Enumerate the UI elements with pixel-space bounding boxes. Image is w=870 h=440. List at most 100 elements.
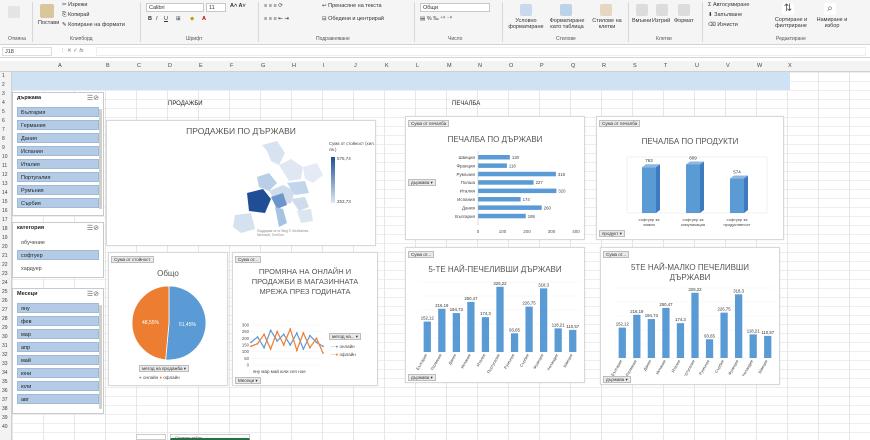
- column-header[interactable]: K: [385, 63, 389, 69]
- slicer-item[interactable]: май: [17, 355, 99, 365]
- slicer-item[interactable]: Сърбия: [17, 198, 99, 208]
- row-header[interactable]: 38: [2, 406, 8, 412]
- sheet-tab-active[interactable]: Отчетно табло: [170, 434, 250, 440]
- profit-by-country-chart[interactable]: Сума от печалба ПЕЧАЛБА ПО ДЪРЖАВИ държа…: [405, 116, 585, 240]
- row-header[interactable]: 6: [2, 118, 5, 124]
- italic-icon[interactable]: I: [156, 16, 158, 22]
- row-header[interactable]: 7: [2, 127, 5, 133]
- column-header[interactable]: B: [106, 63, 110, 69]
- column-header[interactable]: X: [788, 63, 792, 69]
- row-header[interactable]: 22: [2, 262, 8, 268]
- sheet-tab[interactable]: [136, 434, 166, 440]
- slicer-item[interactable]: софтуер: [17, 250, 99, 260]
- paste-button[interactable]: Постави: [38, 20, 59, 26]
- slicer-item[interactable]: Италия: [17, 159, 99, 169]
- row-header[interactable]: 13: [2, 181, 8, 187]
- column-header[interactable]: G: [261, 63, 265, 69]
- field-button[interactable]: Сума от печалба: [408, 120, 450, 127]
- slicer-item[interactable]: Испания: [17, 146, 99, 156]
- column-header[interactable]: N: [478, 63, 482, 69]
- pie-chart[interactable]: Сума от стойност Общо 51,45% 48,55% метод…: [108, 252, 228, 386]
- delete-button[interactable]: Изтрий: [652, 18, 670, 24]
- row-header[interactable]: 20: [2, 244, 8, 250]
- row-header[interactable]: 2: [2, 82, 5, 88]
- clear-button[interactable]: ⌫ Изчисти: [708, 22, 738, 28]
- undo-icon[interactable]: [8, 6, 20, 18]
- axis-filter-button[interactable]: държава ▾: [408, 374, 436, 381]
- bold-icon[interactable]: B: [148, 16, 152, 22]
- fill-button[interactable]: ⬇ Запълване: [708, 12, 742, 18]
- map-chart[interactable]: ПРОДАЖБИ ПО ДЪРЖАВИ Сума от стойност (хи…: [106, 120, 376, 246]
- slicer-item[interactable]: мар: [17, 329, 99, 339]
- slicer-item[interactable]: обучение: [17, 237, 99, 247]
- slicer-item[interactable]: Германия: [17, 120, 99, 130]
- row-header[interactable]: 27: [2, 307, 8, 313]
- column-header[interactable]: J: [354, 63, 357, 69]
- slicer-item[interactable]: България: [17, 107, 99, 117]
- format-table-button[interactable]: Форматиране като таблица: [546, 18, 588, 30]
- row-header[interactable]: 26: [2, 298, 8, 304]
- slicer-clear-filter-icon[interactable]: ☰⊘: [87, 224, 99, 232]
- column-header[interactable]: F: [230, 63, 233, 69]
- row-header[interactable]: 8: [2, 136, 5, 142]
- autosum-button[interactable]: Σ Автосумиране: [708, 2, 749, 8]
- column-header[interactable]: P: [540, 63, 544, 69]
- column-header[interactable]: H: [292, 63, 296, 69]
- row-header[interactable]: 31: [2, 343, 8, 349]
- row-header[interactable]: 11: [2, 163, 7, 169]
- column-header[interactable]: R: [602, 63, 606, 69]
- row-header[interactable]: 33: [2, 361, 8, 367]
- row-header[interactable]: 10: [2, 154, 8, 160]
- row-header[interactable]: 3: [2, 91, 5, 97]
- row-header[interactable]: 21: [2, 253, 8, 259]
- insert-button[interactable]: Вмъкни: [632, 18, 651, 24]
- row-header[interactable]: 25: [2, 289, 8, 295]
- row-header[interactable]: 34: [2, 370, 8, 376]
- row-header[interactable]: 37: [2, 397, 8, 403]
- fill-color-icon[interactable]: ◆: [190, 16, 194, 22]
- column-header[interactable]: A: [58, 63, 62, 69]
- row-header[interactable]: 9: [2, 145, 5, 151]
- slicer-clear-filter-icon[interactable]: ☰⊘: [87, 290, 99, 298]
- row-header[interactable]: 12: [2, 172, 8, 178]
- axis-filter-button[interactable]: метод на продажба ▾: [139, 365, 190, 372]
- field-button[interactable]: Сума от стойност: [111, 256, 154, 263]
- axis-filter-button[interactable]: държава ▾: [603, 376, 631, 383]
- row-header[interactable]: 35: [2, 379, 8, 385]
- row-header[interactable]: 30: [2, 334, 8, 340]
- row-header[interactable]: 40: [2, 424, 8, 430]
- slicer-item[interactable]: Португалия: [17, 172, 99, 182]
- row-header[interactable]: 29: [2, 325, 8, 331]
- profit-by-product-chart[interactable]: Сума от печалба ПЕЧАЛБА ПО ПРОДУКТИ 763 с…: [596, 116, 784, 240]
- align-left-icons[interactable]: ≡ ≡ ≡ ⇤ ⇥: [264, 16, 289, 22]
- slicer-item[interactable]: юли: [17, 381, 99, 391]
- column-header[interactable]: E: [199, 63, 203, 69]
- cell-styles-button[interactable]: Стилове на клетки: [588, 18, 626, 30]
- slicer-item[interactable]: яну: [17, 303, 99, 313]
- column-header[interactable]: C: [137, 63, 141, 69]
- row-header[interactable]: 32: [2, 352, 8, 358]
- row-header[interactable]: 16: [2, 208, 8, 214]
- align-top-icons[interactable]: ≡ ≡ ≡ ⟳: [264, 3, 283, 9]
- row-header[interactable]: 39: [2, 415, 8, 421]
- slicer-item[interactable]: Дания: [17, 133, 99, 143]
- slicer-item[interactable]: фев: [17, 316, 99, 326]
- row-header[interactable]: 36: [2, 388, 8, 394]
- slicer-item[interactable]: Румъния: [17, 185, 99, 195]
- sort-filter-button[interactable]: Сортиране и филтриране: [772, 17, 810, 29]
- row-header[interactable]: 1: [2, 73, 5, 79]
- copy-button[interactable]: ⎘ Копирай: [62, 12, 89, 19]
- row-header[interactable]: 23: [2, 271, 8, 277]
- slicer-clear-filter-icon[interactable]: ☰⊘: [87, 94, 99, 102]
- wrap-text-button[interactable]: ↩ Пренасяне на текста: [322, 3, 382, 9]
- field-button[interactable]: Сума от...: [603, 251, 630, 258]
- column-header[interactable]: L: [416, 63, 419, 69]
- field-button[interactable]: Сума от...: [235, 256, 262, 263]
- top5-chart[interactable]: Сума от... 5-ТЕ НАЙ-ПЕЧЕЛИВШИ ДЪРЖАВИ 15…: [405, 247, 585, 383]
- slicer-item[interactable]: юни: [17, 368, 99, 378]
- name-box[interactable]: J18: [2, 47, 52, 56]
- column-header[interactable]: D: [168, 63, 172, 69]
- column-header[interactable]: V: [726, 63, 730, 69]
- format-button[interactable]: Формат: [674, 18, 694, 24]
- column-header[interactable]: O: [509, 63, 513, 69]
